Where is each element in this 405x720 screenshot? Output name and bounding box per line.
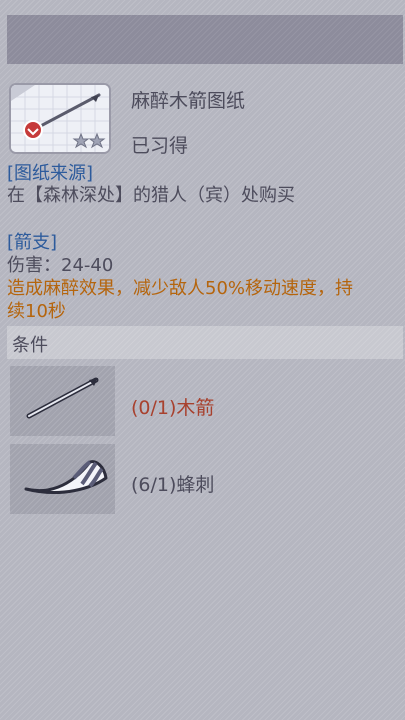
requirement-wooden-arrow: (0/1)木箭 xyxy=(131,397,215,419)
material-slot-wooden-arrow[interactable] xyxy=(10,366,115,436)
learned-status: 已习得 xyxy=(131,135,189,157)
material-slot-bee-stinger[interactable] xyxy=(10,444,115,514)
item-name: 麻醉木箭图纸 xyxy=(131,90,246,112)
blueprint-icon xyxy=(9,83,111,154)
blueprint-arrow-icon xyxy=(11,85,109,152)
bee-stinger-icon xyxy=(24,460,108,494)
effect-text-line2: 续10秒 xyxy=(7,301,66,322)
source-text: 在【森林深处】的猎人（宾）处购买 xyxy=(7,185,295,206)
wooden-arrow-icon xyxy=(26,377,99,419)
title-bar xyxy=(7,15,403,64)
conditions-bar xyxy=(7,326,403,359)
requirement-bee-stinger: (6/1)蜂刺 xyxy=(131,474,215,496)
conditions-label: 条件 xyxy=(12,335,48,356)
